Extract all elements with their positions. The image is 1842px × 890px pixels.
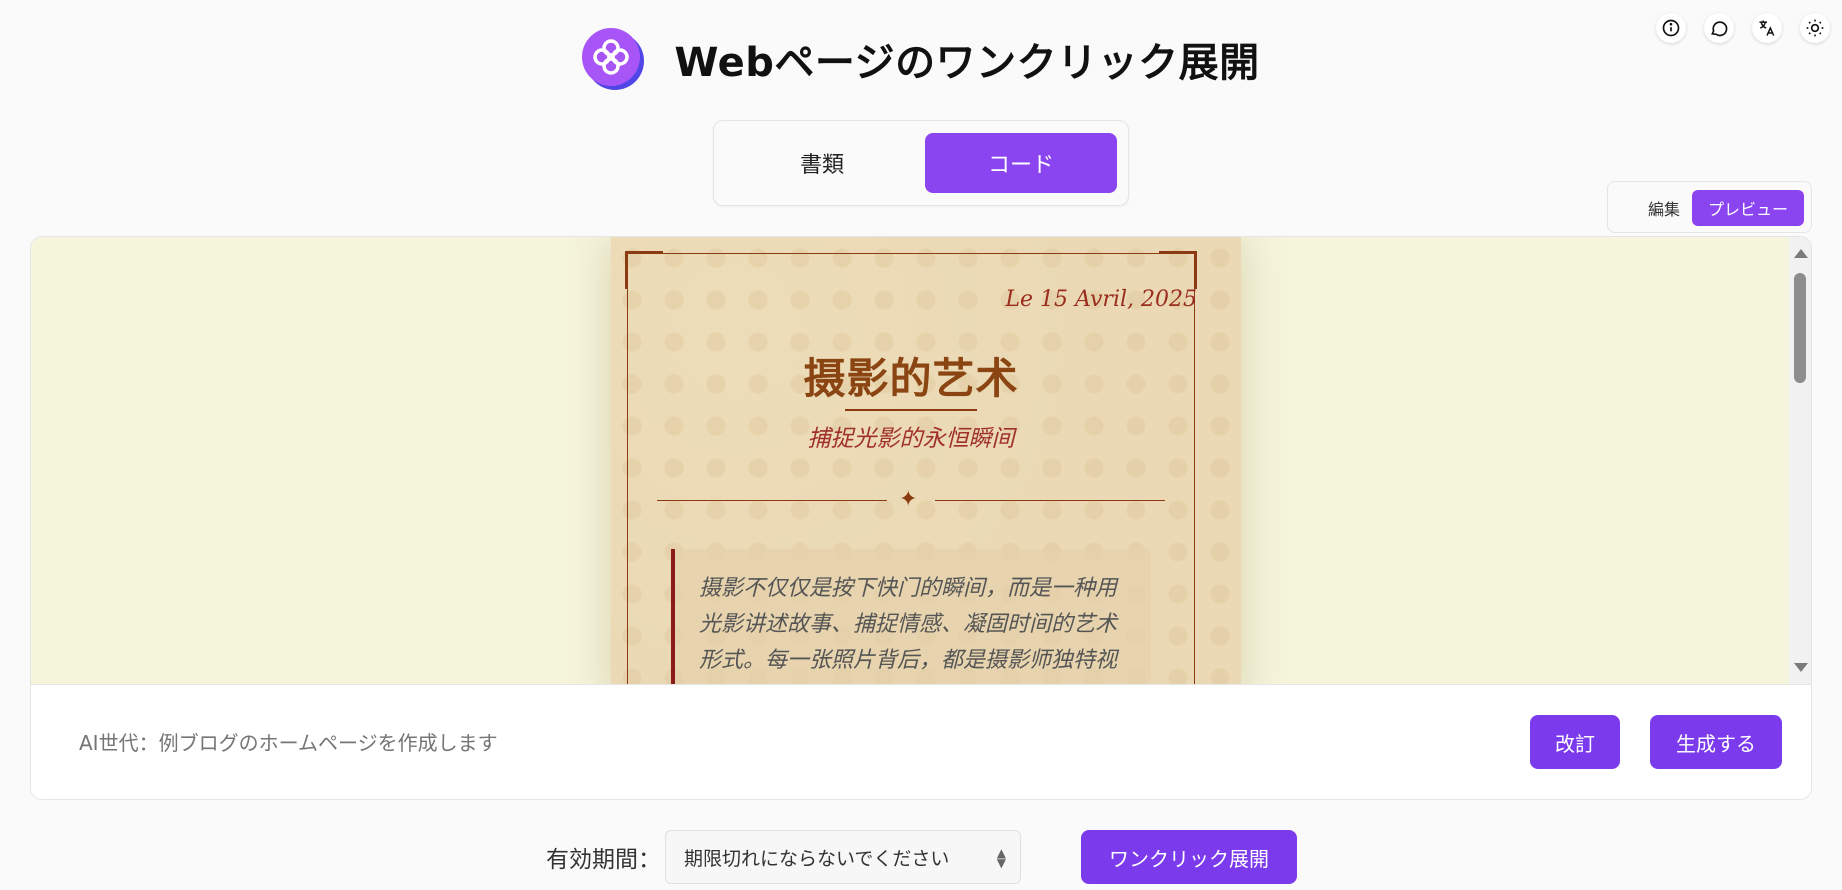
editor-card: Le 15 Avril, 2025 摄影的艺术 捕捉光影的永恒瞬间 ✦ 摄影不仅… [30,236,1812,800]
revise-button[interactable]: 改訂 [1530,715,1620,769]
expiry-value: 期限切れにならないでください [684,847,950,870]
preview-document: Le 15 Avril, 2025 摄影的艺术 捕捉光影的永恒瞬间 ✦ 摄影不仅… [611,237,1241,684]
preview-quote: 摄影不仅仅是按下快门的瞬间，而是一种用 光影讲述故事、捕捉情感、凝固时间的艺术 … [671,549,1151,684]
app-logo [582,28,645,90]
mode-switch: 書類 コード [713,120,1129,206]
prompt-input[interactable] [79,723,1079,763]
preview-scrollbar[interactable] [1789,237,1811,684]
deploy-button[interactable]: ワンクリック展開 [1081,830,1297,884]
tab-document[interactable]: 書類 [726,133,918,193]
title-underline [845,409,977,411]
divider-line-right [935,500,1165,501]
page-title: Webページのワンクリック展開 [674,40,1260,86]
prompt-area: 改訂 生成する [31,684,1811,799]
tab-preview[interactable]: プレビュー [1692,190,1804,226]
expiry-label: 有効期間： [546,847,661,873]
corner-ornament [625,251,663,289]
generate-button[interactable]: 生成する [1650,715,1782,769]
preview-date: Le 15 Avril, 2025 [1005,287,1197,312]
preview-title: 摄影的艺术 [803,354,1019,403]
scroll-up-arrow-icon[interactable] [1794,249,1808,258]
corner-ornament [1159,251,1197,289]
quote-line: 摄影不仅仅是按下快门的瞬间，而是一种用 [699,576,1118,601]
divider-line-left [657,500,887,501]
scroll-thumb[interactable] [1794,273,1806,383]
expiry-select[interactable]: 期限切れにならないでください ▲ ▼ [665,830,1021,884]
tab-code[interactable]: コード [925,133,1117,193]
view-switch: 編集 プレビュー [1607,181,1812,233]
scroll-down-arrow-icon[interactable] [1794,663,1808,672]
deploy-bar: 有効期間： 期限切れにならないでください ▲ ▼ ワンクリック展開 [0,830,1842,884]
select-caret-icon: ▲ ▼ [996,846,1006,870]
preview-subtitle: 捕捉光影的永恒瞬间 [807,426,1015,452]
app-header: Webページのワンクリック展開 [0,28,1842,90]
star-ornament-icon: ✦ [899,487,918,512]
preview-pane[interactable]: Le 15 Avril, 2025 摄影的艺术 捕捉光影的永恒瞬间 ✦ 摄影不仅… [31,237,1811,684]
quote-line: 光影讲述故事、捕捉情感、凝固时间的艺术 [699,612,1118,637]
quote-line: 形式。每一张照片背后，都是摄影师独特视 [699,648,1118,673]
clover-logo-icon [593,39,630,75]
